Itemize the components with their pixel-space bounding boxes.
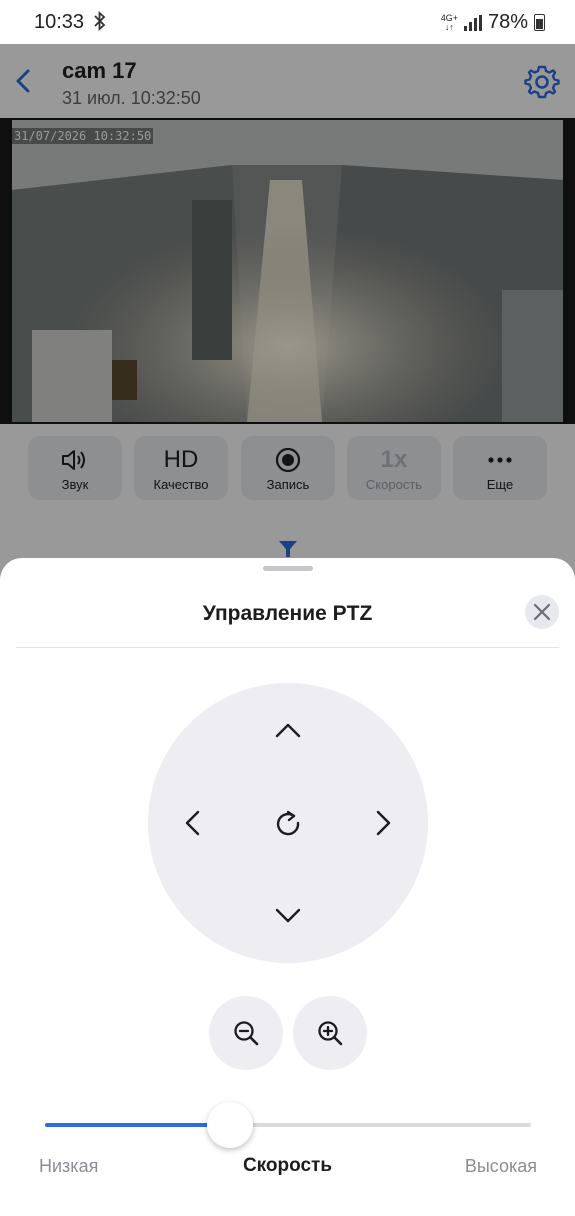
divider (16, 647, 559, 648)
status-time: 10:33 (34, 11, 85, 33)
chevron-left-icon (185, 810, 200, 836)
status-indicators: 4G+ ↓↑ 78% (441, 11, 545, 34)
chevron-down-icon (275, 908, 301, 923)
pan-right-button[interactable] (369, 808, 399, 838)
zoom-in-icon (318, 1021, 343, 1046)
pan-left-button[interactable] (177, 808, 207, 838)
sheet-title: Управление PTZ (202, 602, 373, 625)
zoom-in-button[interactable] (293, 996, 367, 1070)
chevron-up-icon (275, 723, 301, 738)
speed-high-label: Высокая (464, 1156, 537, 1176)
sheet-drag-handle[interactable] (263, 566, 313, 571)
speed-slider-thumb[interactable] (206, 1102, 253, 1148)
ptz-joystick[interactable] (148, 683, 428, 963)
zoom-out-icon (234, 1021, 259, 1046)
status-bar: 10:33 4G+ ↓↑ 78% (0, 0, 575, 44)
pan-up-button[interactable] (273, 715, 303, 745)
zoom-out-button[interactable] (209, 996, 283, 1070)
battery-icon (534, 14, 545, 31)
ptz-control-sheet: Управление PTZ Низкая Скорость Высокая (0, 558, 575, 1216)
speed-slider-track[interactable] (45, 1123, 531, 1127)
rotate-icon (276, 810, 300, 836)
close-button[interactable] (525, 595, 559, 629)
chevron-right-icon (376, 810, 391, 836)
network-indicator: 4G+ ↓↑ (440, 12, 458, 32)
speed-slider-fill (45, 1123, 230, 1127)
reset-position-button[interactable] (273, 808, 303, 838)
signal-icon (463, 14, 482, 31)
pan-down-button[interactable] (273, 901, 303, 931)
battery-percent: 78% (487, 11, 528, 33)
close-icon (533, 603, 551, 621)
bluetooth-icon (93, 10, 107, 36)
